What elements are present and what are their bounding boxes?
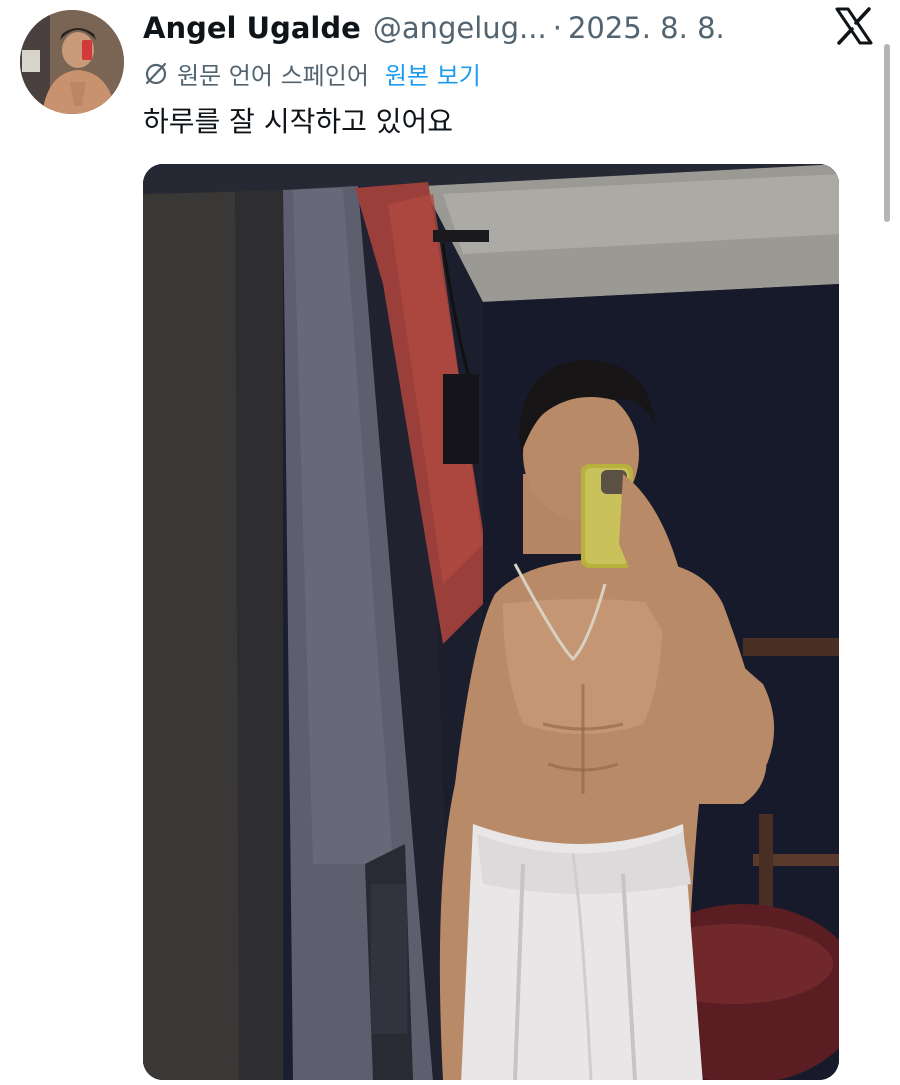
mirror-selfie-photo — [143, 164, 839, 1080]
x-logo-icon[interactable] — [834, 6, 874, 46]
avatar-image — [20, 10, 124, 114]
tweet-media-photo[interactable] — [143, 164, 839, 1080]
header-separator: · — [552, 11, 562, 45]
user-handle[interactable]: @angelug... — [373, 6, 547, 50]
tweet-date[interactable]: 2025. 8. 8. — [568, 6, 725, 50]
avatar[interactable] — [20, 10, 124, 114]
translation-label: 원문 언어 스페인어 — [177, 61, 369, 90]
tweet-text: 하루를 잘 시작하고 있어요 — [143, 105, 454, 138]
tweet-header: Angel Ugalde @angelug... · 2025. 8. 8. — [143, 6, 725, 50]
show-original-link[interactable]: 원본 보기 — [385, 56, 481, 91]
display-name[interactable]: Angel Ugalde — [143, 6, 361, 50]
translate-icon — [143, 60, 169, 86]
scrollbar[interactable] — [884, 44, 890, 222]
translation-notice: 원문 언어 스페인어 원본 보기 — [143, 55, 481, 91]
tweet-screenshot: Angel Ugalde @angelug... · 2025. 8. 8. 원… — [0, 0, 900, 1085]
